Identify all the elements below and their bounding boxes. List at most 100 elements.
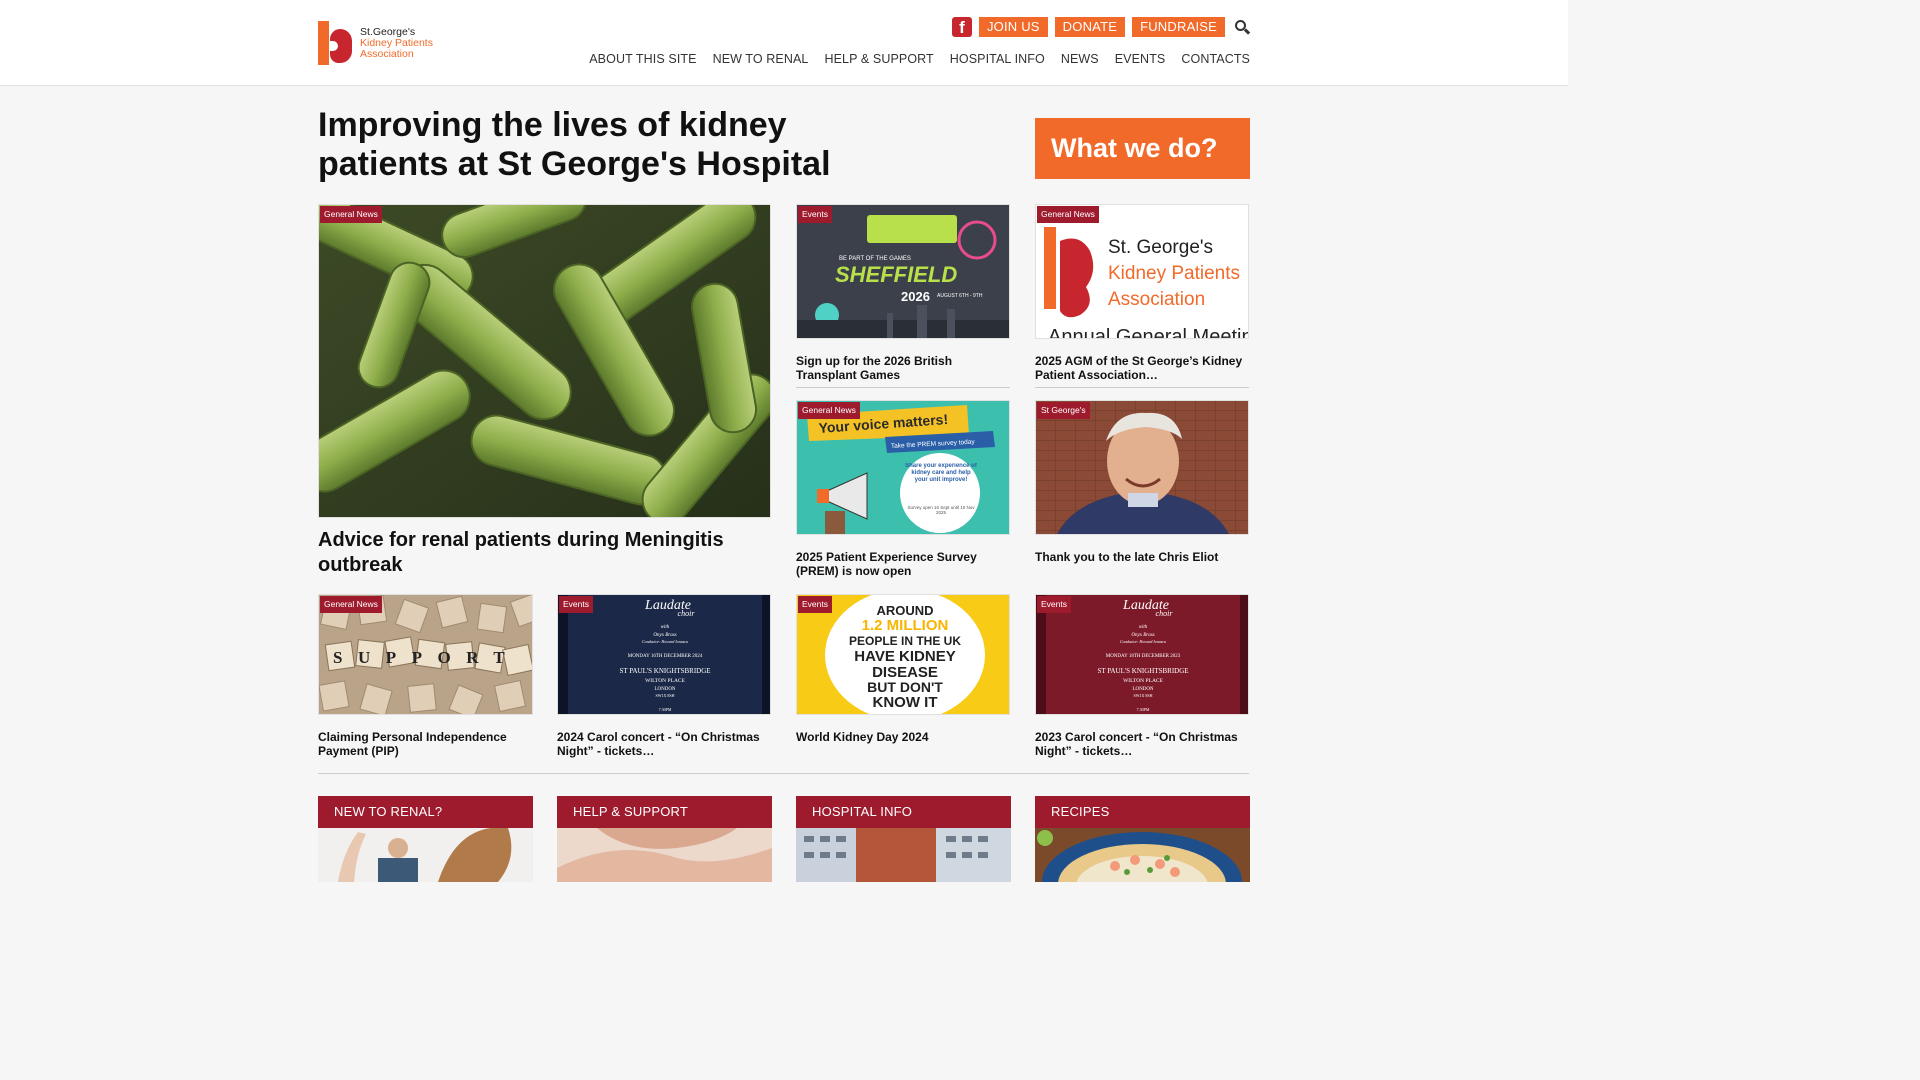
what-we-do-button[interactable]: What we do? <box>1035 118 1250 179</box>
img-text-addr3: SW1X 8SH <box>655 693 674 698</box>
donate-button[interactable]: DONATE <box>1054 17 1126 37</box>
category-tag[interactable]: Events <box>559 596 593 613</box>
img-text-with: with <box>1139 625 1148 630</box>
category-heading[interactable]: RECIPES <box>1035 796 1250 828</box>
img-text-date: MONDAY 16TH DECEMBER 2024 <box>628 654 703 659</box>
card-image: Your voice matters! Take the PREM survey… <box>796 400 1010 535</box>
img-text-addr1: WILTON PLACE <box>1123 678 1164 684</box>
site-logo[interactable]: St.George's Kidney Patients Association <box>318 20 438 66</box>
img-text-l4: Annual General Meeting <box>1048 326 1249 339</box>
logo-line-3: Association <box>360 47 414 60</box>
card-title[interactable]: Sign up for the 2026 British Transplant … <box>796 354 1010 382</box>
article-card[interactable]: Laudate choir with Onyx Brass Conductor:… <box>1035 594 1249 758</box>
category-tag[interactable]: Events <box>1037 596 1071 613</box>
img-text-addr2: LONDON <box>654 687 675 692</box>
category-tag[interactable]: Events <box>798 206 832 223</box>
card-title[interactable]: Claiming Personal Independence Payment (… <box>318 730 533 758</box>
kidney-logo-icon <box>318 21 354 65</box>
logo-line-1: St.George's <box>360 25 416 38</box>
nav-events[interactable]: EVENTS <box>1115 52 1166 66</box>
img-text-cond: Conductor: Howard Ionascu <box>1120 639 1166 644</box>
img-text-l7: KNOW IT <box>873 694 938 711</box>
category-image <box>318 828 533 882</box>
category-tile-new-to-renal[interactable]: NEW TO RENAL? <box>318 796 533 882</box>
article-card[interactable]: St. George's Kidney Patients Association… <box>1035 204 1249 382</box>
img-text-time: 7.30PM <box>1137 707 1150 712</box>
img-text-choir2: choir <box>678 609 696 618</box>
carol-concert-2023-image: Laudate choir with Onyx Brass Conductor:… <box>1036 595 1248 714</box>
card-title[interactable]: 2024 Carol concert - “On Christmas Night… <box>557 730 771 758</box>
nav-contacts[interactable]: CONTACTS <box>1181 52 1250 66</box>
bacteria-image <box>319 205 770 517</box>
agm-logo-image: St. George's Kidney Patients Association… <box>1036 205 1249 339</box>
category-tile-help-support[interactable]: HELP & SUPPORT <box>557 796 772 882</box>
category-tag[interactable]: General News <box>798 402 860 419</box>
nav-hospital-info[interactable]: HOSPITAL INFO <box>950 52 1045 66</box>
img-text-bubble: Share your experience of kidney care and… <box>905 463 977 483</box>
img-text-addr2: LONDON <box>1132 687 1153 692</box>
img-text-time: 7.30PM <box>659 707 672 712</box>
prem-survey-image: Your voice matters! Take the PREM survey… <box>797 401 1009 534</box>
article-card[interactable]: SUPPORT General News Claiming Personal I… <box>318 594 533 758</box>
transplant-games-image: BE PART OF THE GAMES SHEFFIELD 2026 AUGU… <box>797 205 1009 338</box>
article-card[interactable]: St George's Thank you to the late Chris … <box>1035 400 1249 564</box>
category-tag[interactable]: Events <box>798 596 832 613</box>
card-title[interactable]: 2025 AGM of the St George’s Kidney Patie… <box>1035 354 1249 382</box>
featured-image: General News <box>318 204 771 518</box>
card-image: St. George's Kidney Patients Association… <box>1035 204 1249 339</box>
nav-new-to-renal[interactable]: NEW TO RENAL <box>713 52 809 66</box>
section-divider <box>318 773 1249 774</box>
img-text-date: AUGUST 6TH - 9TH <box>937 293 983 299</box>
category-heading[interactable]: HOSPITAL INFO <box>796 796 1011 828</box>
img-text-l3: Association <box>1108 289 1205 310</box>
nav-news[interactable]: NEWS <box>1061 52 1099 66</box>
card-image: Laudate choir with Onyx Brass Conductor:… <box>1035 594 1249 715</box>
img-text-cond: Conductor: Howard Ionascu <box>642 639 688 644</box>
category-tile-recipes[interactable]: RECIPES <box>1035 796 1250 882</box>
article-card[interactable]: Your voice matters! Take the PREM survey… <box>796 400 1010 578</box>
nav-about[interactable]: ABOUT THIS SITE <box>589 52 696 66</box>
category-image <box>1035 828 1250 882</box>
join-us-button[interactable]: JOIN US <box>978 17 1048 37</box>
featured-article[interactable]: General News Advice for renal patients d… <box>318 204 771 578</box>
article-card[interactable]: BE PART OF THE GAMES SHEFFIELD 2026 AUGU… <box>796 204 1010 382</box>
img-text-tiles: SUPPORT <box>333 648 520 667</box>
card-image: SUPPORT General News <box>318 594 533 715</box>
category-tag[interactable]: General News <box>1037 206 1099 223</box>
divider <box>796 387 1010 388</box>
article-card[interactable]: AROUND 1.2 MILLION PEOPLE IN THE UK HAVE… <box>796 594 1010 744</box>
card-title[interactable]: Thank you to the late Chris Eliot <box>1035 550 1249 564</box>
divider <box>1035 387 1249 388</box>
img-text-l3: PEOPLE IN THE UK <box>849 634 961 648</box>
img-text-l4: HAVE KIDNEY <box>854 648 955 665</box>
category-tag[interactable]: General News <box>320 206 382 223</box>
page-title: Improving the lives of kidney patients a… <box>318 106 831 183</box>
img-text-l2: Kidney Patients <box>1108 263 1240 284</box>
category-tile-hospital-info[interactable]: HOSPITAL INFO <box>796 796 1011 882</box>
card-image: AROUND 1.2 MILLION PEOPLE IN THE UK HAVE… <box>796 594 1010 715</box>
fundraise-button[interactable]: FUNDRAISE <box>1132 17 1225 37</box>
category-heading[interactable]: HELP & SUPPORT <box>557 796 772 828</box>
card-title[interactable]: 2023 Carol concert - “On Christmas Night… <box>1035 730 1249 758</box>
logo-line-2: Kidney Patients <box>360 36 433 49</box>
article-card[interactable]: Laudate choir with Onyx Brass Conductor:… <box>557 594 771 758</box>
card-image: BE PART OF THE GAMES SHEFFIELD 2026 AUGU… <box>796 204 1010 339</box>
portrait-image <box>1036 401 1248 534</box>
utility-bar: f JOIN US DONATE FUNDRAISE <box>951 17 1251 37</box>
category-tag[interactable]: St George's <box>1037 402 1090 419</box>
featured-title[interactable]: Advice for renal patients during Meningi… <box>318 528 771 578</box>
category-tag[interactable]: General News <box>320 596 382 613</box>
nav-help-support[interactable]: HELP & SUPPORT <box>824 52 933 66</box>
support-tiles-image: SUPPORT <box>319 595 532 714</box>
img-text-city: SHEFFIELD <box>835 262 957 287</box>
img-text-date: MONDAY 18TH DECEMBER 2023 <box>1106 654 1181 659</box>
search-icon[interactable] <box>1234 19 1251 35</box>
img-text-l6: BUT DON'T <box>867 679 943 695</box>
card-title[interactable]: 2025 Patient Experience Survey (PREM) is… <box>796 550 1010 578</box>
img-text-venue: ST PAUL'S KNIGHTSBRIDGE <box>1097 667 1188 675</box>
card-title[interactable]: World Kidney Day 2024 <box>796 730 1010 744</box>
category-image <box>796 828 1011 882</box>
facebook-icon[interactable]: f <box>951 17 972 37</box>
category-heading[interactable]: NEW TO RENAL? <box>318 796 533 828</box>
main-nav: ABOUT THIS SITE NEW TO RENAL HELP & SUPP… <box>589 52 1250 66</box>
